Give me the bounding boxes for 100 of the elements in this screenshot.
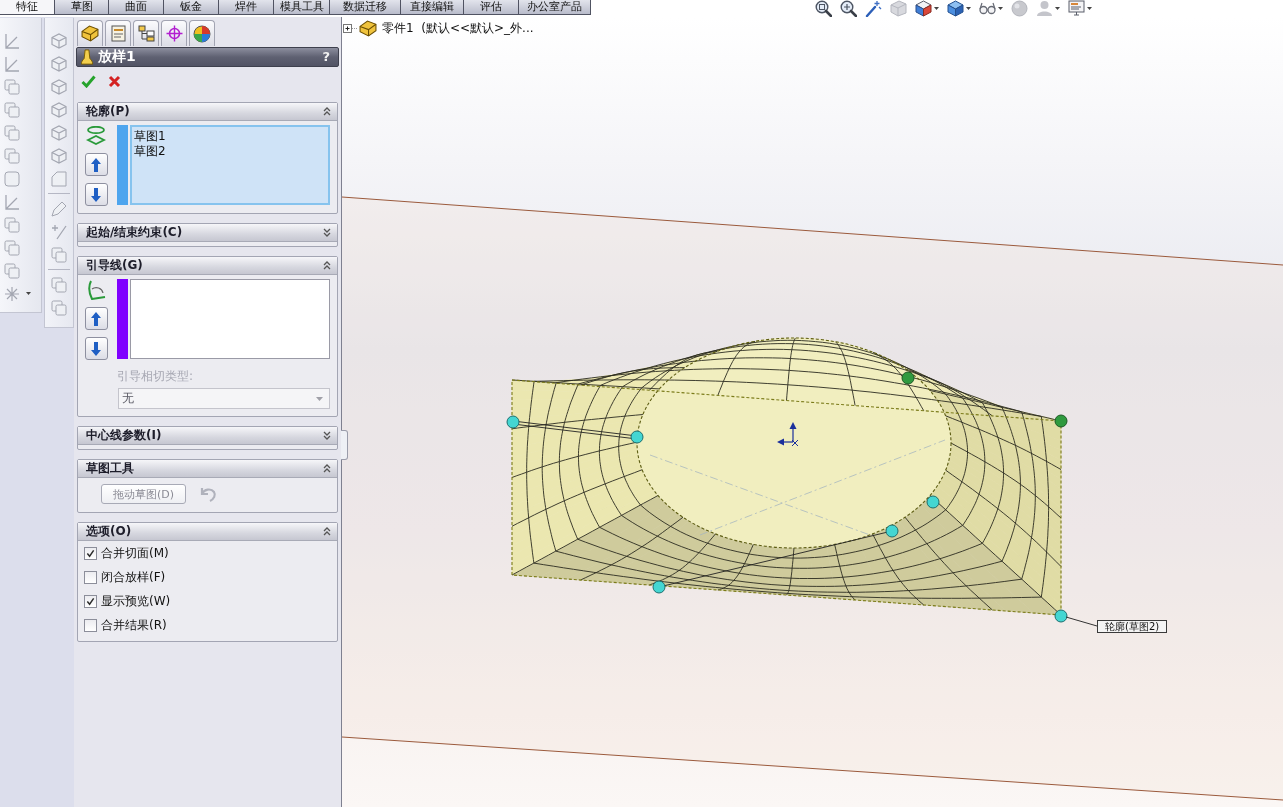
sparkle-icon[interactable]	[4, 285, 20, 302]
selection-list[interactable]	[130, 279, 330, 359]
double-chevron-up-icon	[323, 464, 331, 473]
move-down-button[interactable]	[84, 337, 108, 360]
leader-line	[1065, 616, 1098, 627]
arrow-down-icon	[91, 341, 101, 356]
caret-icon[interactable]	[966, 7, 971, 10]
panel-tab[interactable]	[189, 20, 215, 46]
group-header[interactable]: 引导线(G)	[78, 257, 337, 275]
cube-outline-icon[interactable]	[51, 147, 67, 164]
checkmark-icon[interactable]	[81, 74, 96, 88]
beach-ball-icon	[193, 24, 211, 43]
cube-outline-icon[interactable]	[51, 55, 67, 72]
block-icon	[81, 25, 99, 42]
stacked-squares-icon[interactable]	[4, 147, 20, 164]
connector-dot-icon[interactable]	[901, 371, 915, 385]
stacked-squares-icon[interactable]	[4, 78, 20, 95]
cube-outline-icon[interactable]	[51, 32, 67, 49]
stacked-squares-icon[interactable]	[4, 239, 20, 256]
axes-icon[interactable]	[4, 32, 20, 49]
checkbox[interactable]	[84, 546, 97, 560]
cube-outline-icon[interactable]	[51, 124, 67, 141]
command-tab[interactable]: 办公室产品	[518, 0, 591, 15]
caret-icon[interactable]	[26, 292, 31, 295]
checkbox-label[interactable]: 合并切面(M)	[101, 544, 169, 562]
connector-dot-icon[interactable]	[885, 524, 899, 538]
command-tab[interactable]: 钣金	[163, 0, 219, 15]
connector-dot-icon[interactable]	[926, 495, 940, 509]
stacked-squares-icon[interactable]	[51, 299, 67, 316]
stacked-squares-icon[interactable]	[51, 246, 67, 263]
selection-list[interactable]: 草图1 草图2	[130, 125, 330, 205]
checkbox[interactable]	[84, 570, 97, 584]
group-header[interactable]: 轮廓(P)	[78, 103, 337, 121]
command-tab[interactable]: 焊件	[218, 0, 274, 15]
double-chevron-up-icon	[323, 261, 331, 270]
callout-label: 轮廓(草图2)	[1097, 620, 1168, 633]
help-button[interactable]: ?	[320, 49, 332, 65]
panel-title: 放样1	[98, 48, 137, 66]
bell-icon	[81, 48, 93, 66]
stacked-squares-icon[interactable]	[4, 216, 20, 233]
crosshair-icon	[165, 25, 183, 42]
group-header[interactable]: 中心线参数(I)	[78, 427, 337, 445]
plus-slash-icon[interactable]	[51, 223, 67, 240]
caret-icon[interactable]	[1087, 7, 1092, 10]
connector-dot-icon[interactable]	[1054, 414, 1068, 428]
stacked-squares-icon[interactable]	[4, 124, 20, 141]
double-chevron-down-icon	[323, 228, 331, 237]
cube-icon[interactable]	[915, 0, 932, 17]
monitor-icon[interactable]	[1068, 0, 1085, 17]
stacked-squares-icon[interactable]	[51, 276, 67, 293]
checkbox-label[interactable]: 显示预览(W)	[101, 592, 171, 610]
checkbox[interactable]	[84, 594, 97, 608]
axes-icon[interactable]	[4, 193, 20, 210]
glasses-icon[interactable]	[979, 0, 996, 17]
panel-tab[interactable]	[105, 20, 131, 46]
list-item[interactable]: 草图1	[134, 129, 166, 144]
group-header[interactable]: 草图工具	[78, 460, 337, 478]
caret-icon[interactable]	[934, 7, 939, 10]
connector-dot-icon[interactable]	[630, 430, 644, 444]
move-up-button[interactable]	[84, 307, 108, 330]
connector-dot-icon[interactable]	[652, 580, 666, 594]
cross-icon[interactable]	[108, 74, 121, 88]
stacked-squares-icon[interactable]	[4, 262, 20, 279]
rounded-square-icon[interactable]	[4, 170, 20, 187]
tree-item[interactable]: 零件1 (默认<<默认>_外...	[382, 19, 534, 37]
command-tab[interactable]: 草图	[54, 0, 109, 15]
move-down-button[interactable]	[84, 183, 108, 206]
pencil-icon[interactable]	[51, 200, 67, 217]
sphere-icon[interactable]	[1011, 0, 1028, 17]
command-tab[interactable]: 直接编辑	[400, 0, 464, 15]
checkbox-label[interactable]: 合并结果(R)	[101, 616, 167, 634]
caret-icon[interactable]	[998, 7, 1003, 10]
move-up-button[interactable]	[84, 153, 108, 176]
panel-tab[interactable]	[161, 20, 187, 46]
command-tab[interactable]: 模具工具	[273, 0, 330, 15]
connector-dot-icon[interactable]	[506, 415, 520, 429]
linked-boxes-icon	[137, 25, 155, 42]
command-tab[interactable]: 评估	[463, 0, 519, 15]
double-chevron-up-icon	[323, 107, 331, 116]
cube-icon[interactable]	[947, 0, 964, 17]
command-tab[interactable]: 数据迁移	[329, 0, 401, 15]
panel-tab[interactable]	[133, 20, 159, 46]
group-header[interactable]: 选项(O)	[78, 523, 337, 541]
connector-dot-icon[interactable]	[1054, 609, 1068, 623]
checkbox[interactable]	[84, 618, 97, 632]
checkbox-label[interactable]: 闭合放样(F)	[101, 568, 166, 586]
block-icon	[359, 19, 377, 37]
stacked-squares-icon[interactable]	[4, 101, 20, 118]
command-tab[interactable]: 曲面	[108, 0, 164, 15]
list-item[interactable]: 草图2	[134, 144, 166, 159]
command-tab[interactable]: 特征	[0, 0, 55, 15]
panel-collapse-handle[interactable]	[341, 430, 348, 460]
panel-tab[interactable]	[77, 20, 103, 46]
cube-outline-icon[interactable]	[51, 78, 67, 95]
double-chevron-down-icon	[323, 431, 331, 440]
wand-icon[interactable]	[865, 0, 882, 17]
caret-icon[interactable]	[1055, 7, 1060, 10]
plus-box-icon[interactable]	[343, 23, 357, 33]
axes-icon[interactable]	[4, 55, 20, 72]
cube-outline-icon[interactable]	[51, 101, 67, 118]
